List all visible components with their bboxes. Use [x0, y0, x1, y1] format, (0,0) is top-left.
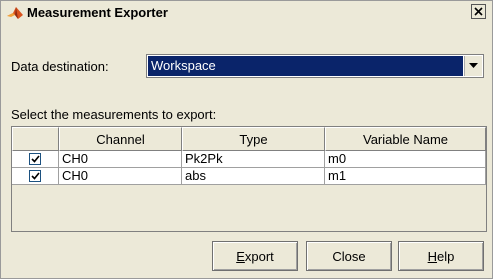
export-label-rest: xport [244, 248, 274, 264]
checkmark-icon [30, 172, 40, 180]
matlab-logo-icon [6, 5, 24, 21]
type-cell[interactable]: abs [182, 168, 325, 185]
data-destination-dropdown[interactable]: Workspace [146, 54, 484, 78]
measurement-exporter-window: Measurement Exporter Data destination: W… [0, 0, 493, 279]
help-mnemonic: H [427, 248, 438, 264]
channel-cell[interactable]: CH0 [59, 168, 182, 185]
column-header-variable-name[interactable]: Variable Name [325, 127, 486, 151]
data-destination-value: Workspace [148, 56, 463, 76]
channel-cell[interactable]: CH0 [59, 151, 182, 168]
data-destination-label: Data destination: [11, 59, 109, 74]
close-label: Close [332, 248, 366, 264]
variable-name-cell[interactable]: m1 [325, 168, 486, 185]
select-measurements-label: Select the measurements to export: [11, 107, 217, 122]
close-window-button[interactable] [471, 4, 486, 19]
export-mnemonic: E [236, 248, 245, 264]
window-title: Measurement Exporter [27, 5, 168, 20]
chevron-down-icon [469, 63, 478, 68]
checkmark-icon [30, 155, 40, 163]
row-checkbox-cell [12, 151, 59, 168]
close-icon [474, 7, 483, 16]
help-button[interactable]: Help [398, 241, 484, 271]
column-header-channel[interactable]: Channel [59, 127, 182, 151]
dropdown-arrow-button[interactable] [464, 56, 482, 76]
close-button[interactable]: Close [306, 241, 392, 271]
row-checkbox-cell [12, 168, 59, 185]
table-row[interactable]: CH0 abs m1 [12, 168, 486, 185]
type-cell[interactable]: Pk2Pk [182, 151, 325, 168]
measurements-table: Channel Type Variable Name CH0 Pk2Pk m0 [11, 126, 487, 232]
export-checkbox[interactable] [29, 170, 41, 182]
help-label-rest: elp [437, 248, 455, 264]
title-bar[interactable]: Measurement Exporter [1, 1, 492, 25]
variable-name-cell[interactable]: m0 [325, 151, 486, 168]
column-header-type[interactable]: Type [182, 127, 325, 151]
export-checkbox[interactable] [29, 153, 41, 165]
export-button[interactable]: Export [212, 241, 298, 271]
column-header-checkbox[interactable] [12, 127, 59, 151]
table-row[interactable]: CH0 Pk2Pk m0 [12, 151, 486, 168]
table-header: Channel Type Variable Name [12, 127, 486, 151]
